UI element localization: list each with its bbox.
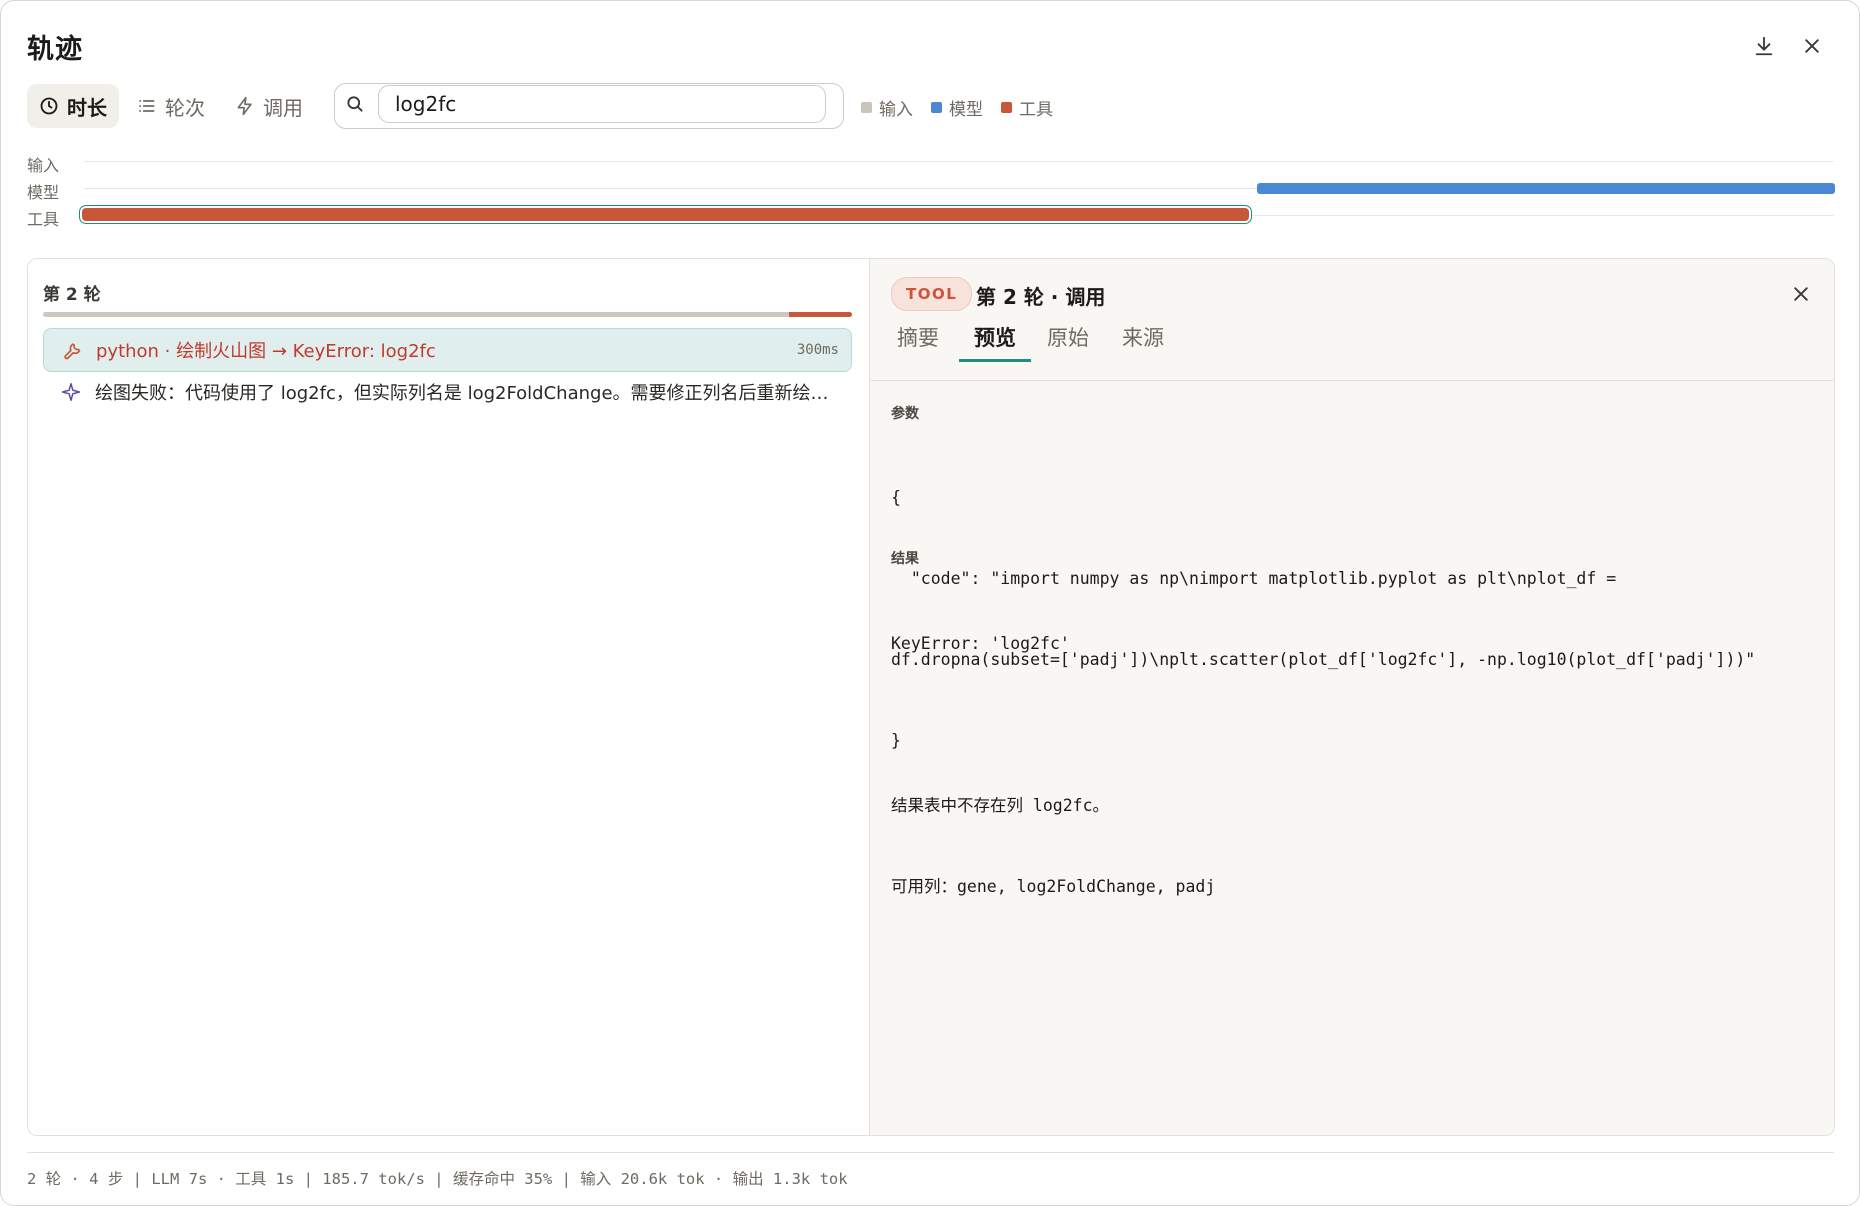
timeline-row-model: 模型 [27,183,60,202]
result-block: KeyError: 'log2fc' 结果表中不存在列 log2fc。 可用列：… [891,576,1215,954]
legend-tool-label: 工具 [1019,100,1053,120]
close-icon [1805,39,1819,53]
mode-rounds-label: 轮次 [165,95,205,120]
mode-rounds[interactable]: 轮次 [125,84,217,128]
step-tool-text: python · 绘制火山图 → KeyError: log2fc [96,341,436,362]
detail-title: 第 2 轮 · 调用 [976,285,1106,309]
timeline-row-tool: 工具 [27,210,60,229]
close-detail-button[interactable] [1786,279,1816,309]
step-tool-duration: 300ms [796,342,839,358]
legend-input: 输入 [861,95,913,120]
search-box [334,83,844,129]
footer-divider [27,1152,1834,1153]
legend-model: 模型 [931,95,983,120]
timeline-span-tool[interactable] [82,208,1249,221]
tab-raw[interactable]: 原始 [1043,315,1093,359]
legend-tool: 工具 [1001,95,1053,120]
params-line: { [891,488,901,507]
tab-source[interactable]: 来源 [1117,315,1169,359]
timeline-span-model[interactable] [1257,183,1835,194]
tabs-divider [870,380,1834,381]
mode-duration-label: 时长 [67,95,107,120]
result-line: KeyError: 'log2fc' [891,634,1070,653]
round-tool-segment [788,312,852,317]
detail-tabs: 摘要 预览 原始 来源 [891,315,1834,362]
tab-preview[interactable]: 预览 [959,315,1031,362]
step-model-text: 绘图失败：代码使用了 log2fc，但实际列名是 log2FoldChange。… [95,383,840,404]
bolt-icon [237,96,252,116]
timeline-track-input [84,161,1834,162]
legend-input-swatch [861,102,872,113]
tab-summary[interactable]: 摘要 [891,315,945,359]
window-title: 轨迹 [27,34,83,65]
footer-stats: 2 轮 · 4 步 | LLM 7s · 工具 1s | 185.7 tok/s… [27,1170,848,1188]
steps-pane: 第 2 轮 python · 绘制火山图 → KeyError: log2fc … [28,259,870,1135]
sparkle-icon [61,382,81,402]
search-icon [345,94,365,118]
step-model-output[interactable]: 绘图失败：代码使用了 log2fc，但实际列名是 log2FoldChange。… [43,372,850,412]
main-panel: 第 2 轮 python · 绘制火山图 → KeyError: log2fc … [27,258,1835,1136]
view-mode-switch: 时长 轮次 调用 [27,83,321,129]
wrench-icon [62,340,82,360]
result-line: 可用列：gene, log2FoldChange, padj [891,877,1216,896]
round-progress-bar [43,312,852,317]
timeline-legend: 输入 模型 工具 [861,95,1071,120]
close-icon [1794,287,1808,301]
legend-model-label: 模型 [949,100,983,120]
kind-badge: TOOL [891,277,973,311]
round-title: 第 2 轮 [43,285,101,305]
close-window-button[interactable] [1797,31,1827,61]
search-input[interactable] [378,85,826,123]
detail-pane: TOOL 第 2 轮 · 调用 摘要 预览 原始 来源 参数 { "code":… [870,259,1834,1135]
legend-tool-swatch [1001,102,1012,113]
params-label: 参数 [891,406,919,422]
legend-model-swatch [931,102,942,113]
result-line-blank [891,711,1215,738]
mode-calls-label: 调用 [263,95,303,120]
download-button[interactable] [1749,31,1779,61]
result-label: 结果 [891,551,919,567]
clock-icon [40,97,58,115]
mode-duration[interactable]: 时长 [27,84,119,128]
trace-window: 轨迹 时长 轮次 调用 log2fc 输入 模型 工具 输入 模型 工具 第 2… [0,0,1860,1206]
download-icon [1755,36,1773,56]
result-line: 结果表中不存在列 log2fc。 [891,796,1110,815]
legend-input-label: 输入 [879,100,913,120]
step-tool-call[interactable]: python · 绘制火山图 → KeyError: log2fc 300ms [43,328,852,372]
mode-calls[interactable]: 调用 [223,84,315,128]
timeline-row-input: 输入 [27,156,60,175]
list-icon [139,100,155,112]
